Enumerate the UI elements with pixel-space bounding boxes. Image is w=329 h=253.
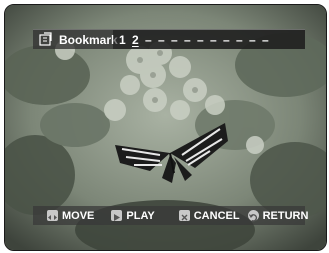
bookmark-slot-empty[interactable]: – [210,34,223,46]
bookmark-slots: 1 2 – – – – – – – – – – [113,30,305,49]
move-arrows-icon [47,210,58,221]
bookmark-slot-empty[interactable]: – [145,34,158,46]
move-label: MOVE [62,209,95,222]
move-control[interactable]: MOVE [47,210,94,222]
bookmark-slot-empty[interactable]: – [197,34,210,46]
play-control[interactable]: PLAY [111,209,155,222]
bookmark-slot-empty[interactable]: – [262,34,275,46]
play-icon [111,210,123,221]
bookmark-bar: Bookmark 1 2 – – – – – – – – – – [33,29,305,49]
return-control[interactable]: RETURN [247,209,309,222]
bookmark-icon [39,31,55,48]
cancel-icon [178,210,190,221]
return-icon [247,210,259,222]
bookmark-slot-empty[interactable]: – [249,34,262,46]
bookmark-slot-empty[interactable]: – [223,34,236,46]
bookmark-slot-empty[interactable]: – [171,34,184,46]
cancel-label: CANCEL [193,209,240,222]
bookmark-slot[interactable]: 1 [119,34,132,46]
play-label: PLAY [126,209,155,222]
bookmark-slot-empty[interactable]: – [158,34,171,46]
control-help-bar: MOVE PLAY CANCEL RETURN [33,206,308,225]
cancel-control[interactable]: CANCEL [178,209,240,222]
bookmark-title: Bookmark [59,32,118,47]
return-label: RETURN [262,209,309,222]
bookmark-slot-empty[interactable]: – [236,34,249,46]
bookmark-slot-current[interactable]: 2 [132,34,145,46]
tv-screen: Bookmark 1 2 – – – – – – – – – – MOVE PL… [4,4,327,251]
bookmark-slot-empty[interactable]: – [184,34,197,46]
